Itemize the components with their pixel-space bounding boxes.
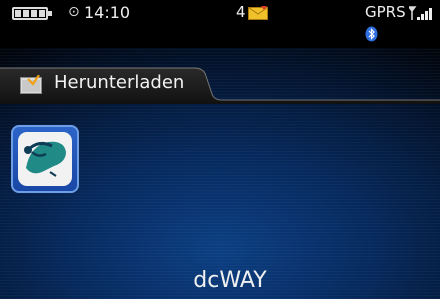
folder-tab[interactable]: Herunterladen	[0, 58, 440, 104]
dcway-app-icon[interactable]	[11, 125, 79, 193]
focused-app-name: dcWAY	[193, 268, 267, 293]
dcway-logo-icon	[18, 132, 72, 186]
signal-bars-icon	[409, 6, 432, 20]
status-bar: ⊙ 14:10 4 GPRS	[0, 0, 440, 48]
envelope-icon	[248, 6, 268, 20]
folder-icon	[20, 75, 42, 94]
status-clock: 14:10	[84, 3, 131, 22]
message-count: 4	[236, 3, 246, 21]
folder-title: Herunterladen	[54, 72, 185, 93]
home-screen: ⊙ 14:10 4 GPRS Herunterladen dcWAY	[0, 0, 440, 299]
network-type: GPRS	[365, 3, 406, 21]
bluetooth-icon	[365, 26, 378, 42]
battery-icon	[12, 7, 52, 20]
alarm-clock-icon: ⊙	[68, 4, 80, 20]
